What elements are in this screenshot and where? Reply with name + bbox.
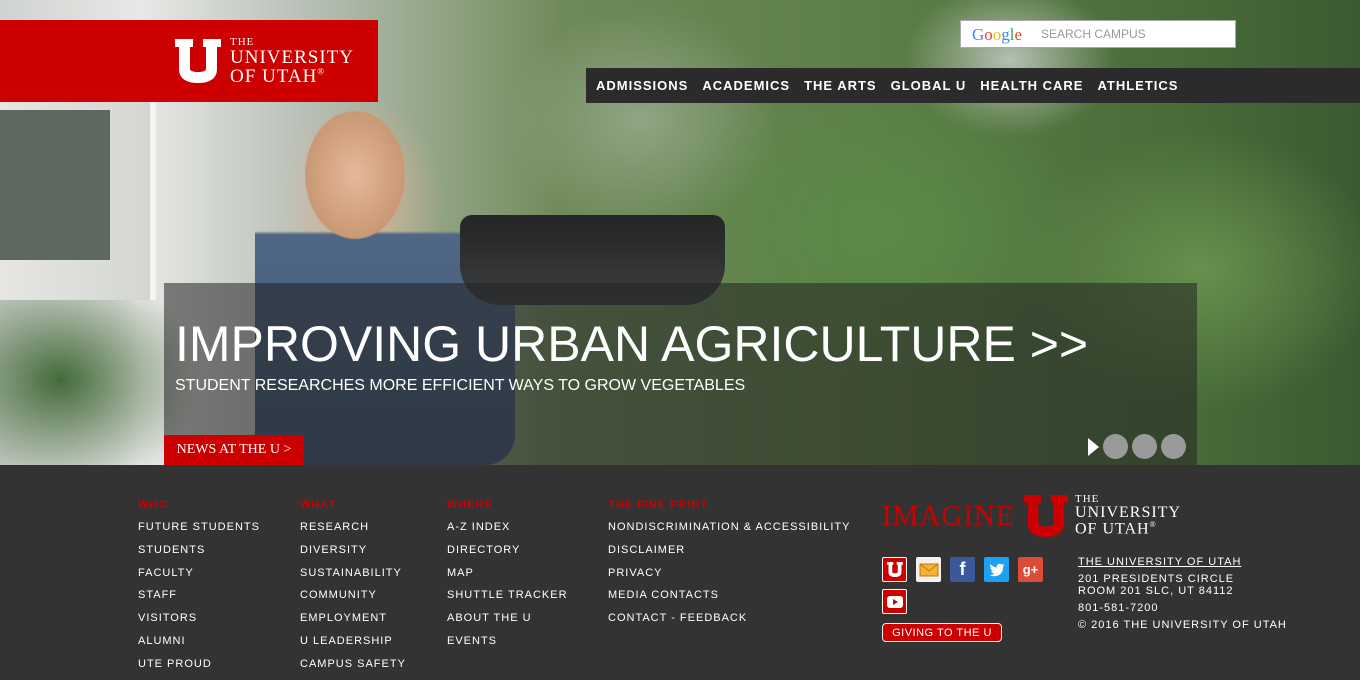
nav-admissions[interactable]: ADMISSIONS	[586, 78, 695, 93]
footer-col-who: WHO FUTURE STUDENTS STUDENTS FACULTY STA…	[138, 498, 260, 680]
slider-dot[interactable]	[1103, 434, 1128, 459]
footer-link[interactable]: CONTACT - FEEDBACK	[608, 611, 850, 634]
imagine-wordmark: IMAGINE	[882, 500, 1015, 532]
facebook-letter: f	[959, 559, 966, 579]
block-u-icon	[175, 39, 221, 83]
footer-heading: THE FINE PRINT	[608, 499, 709, 511]
logo-wordmark: THE UNIVERSITY OF UTAH®	[230, 37, 354, 87]
mail-icon[interactable]	[916, 557, 941, 582]
footer-university-wordmark: THE UNIVERSITY OF UTAH®	[1075, 494, 1181, 537]
block-u-icon	[1024, 495, 1068, 537]
footer-heading: WHO	[138, 499, 168, 511]
hero-caption-overlay	[164, 283, 1197, 465]
google-logo: Google	[972, 25, 1022, 45]
google-plus-icon[interactable]: g+	[1018, 557, 1043, 582]
footer-link[interactable]: A-Z INDEX	[447, 520, 568, 543]
hero-headline[interactable]: IMPROVING URBAN AGRICULTURE >>	[175, 315, 1088, 373]
address-line2: ROOM 201 SLC, UT 84112	[1078, 585, 1234, 597]
footer-link[interactable]: MAP	[447, 566, 568, 589]
copyright: © 2016 THE UNIVERSITY OF UTAH	[1078, 619, 1287, 631]
google-logo-letter: G	[972, 25, 985, 44]
footer-col-fine-print: THE FINE PRINT NONDISCRIMINATION & ACCES…	[608, 498, 850, 634]
slider-dot[interactable]	[1132, 434, 1157, 459]
footer-heading: WHAT	[300, 499, 337, 511]
search-box[interactable]: Google	[960, 20, 1236, 48]
nav-health-care[interactable]: HEALTH CARE	[973, 78, 1090, 93]
play-icon[interactable]	[1088, 437, 1099, 456]
footer-link[interactable]: RESEARCH	[300, 520, 406, 543]
nav-athletics[interactable]: ATHLETICS	[1090, 78, 1185, 93]
logo-university: UNIVERSITY	[230, 47, 354, 68]
hero-window-glass	[0, 110, 110, 260]
giving-to-the-u-button[interactable]: GIVING TO THE U	[882, 623, 1002, 642]
main-nav: ADMISSIONS ACADEMICS THE ARTS GLOBAL U H…	[586, 68, 1360, 103]
google-logo-letter: e	[1014, 25, 1023, 44]
google-logo-letter: g	[1001, 25, 1010, 44]
google-logo-letter: o	[992, 25, 1002, 44]
search-input[interactable]	[1041, 25, 1227, 43]
hero-subhead: STUDENT RESEARCHES MORE EFFICIENT WAYS T…	[175, 377, 746, 394]
footer-uni-university: UNIVERSITY	[1075, 504, 1181, 521]
footer-link[interactable]: SUSTAINABILITY	[300, 566, 406, 589]
footer-link[interactable]: SHUTTLE TRACKER	[447, 588, 568, 611]
nav-the-arts[interactable]: THE ARTS	[797, 78, 884, 93]
footer-uni-registered-mark: ®	[1149, 520, 1157, 529]
footer-link[interactable]: DIVERSITY	[300, 543, 406, 566]
footer-link[interactable]: FUTURE STUDENTS	[138, 520, 260, 543]
google-logo-letter: o	[984, 25, 993, 44]
address-line1: 201 PRESIDENTS CIRCLE	[1078, 573, 1235, 585]
footer-link[interactable]: CAMPUS SAFETY	[300, 657, 406, 680]
uofu-app-icon[interactable]	[882, 557, 907, 582]
footer-link[interactable]: DISCLAIMER	[608, 543, 850, 566]
footer-heading: WHERE	[447, 499, 493, 511]
slider-dot[interactable]	[1161, 434, 1186, 459]
facebook-icon[interactable]: f	[950, 557, 975, 582]
news-at-the-u-button[interactable]: NEWS AT THE U >	[164, 435, 304, 465]
address-university-link[interactable]: THE UNIVERSITY OF UTAH	[1078, 556, 1241, 568]
twitter-icon[interactable]	[984, 557, 1009, 582]
footer-link[interactable]: DIRECTORY	[447, 543, 568, 566]
footer-link[interactable]: ABOUT THE U	[447, 611, 568, 634]
footer-link[interactable]: PRIVACY	[608, 566, 850, 589]
footer-link[interactable]: EMPLOYMENT	[300, 611, 406, 634]
footer-link[interactable]: MEDIA CONTACTS	[608, 588, 850, 611]
footer-link[interactable]: COMMUNITY	[300, 588, 406, 611]
footer-link[interactable]: UTE PROUD	[138, 657, 260, 680]
university-logo[interactable]: THE UNIVERSITY OF UTAH®	[0, 20, 378, 102]
footer-link[interactable]: STUDENTS	[138, 543, 260, 566]
google-plus-letter: g+	[1022, 562, 1039, 577]
slider-controls	[1088, 434, 1190, 459]
footer-link[interactable]: NONDISCRIMINATION & ACCESSIBILITY	[608, 520, 850, 543]
footer-col-where: WHERE A-Z INDEX DIRECTORY MAP SHUTTLE TR…	[447, 498, 568, 657]
footer-uni-of-utah: OF UTAH	[1075, 520, 1150, 538]
footer-link[interactable]: VISITORS	[138, 611, 260, 634]
footer-link[interactable]: FACULTY	[138, 566, 260, 589]
footer-link[interactable]: STAFF	[138, 588, 260, 611]
youtube-icon[interactable]	[882, 589, 907, 614]
logo-of-utah: OF UTAH	[230, 66, 318, 87]
phone-number: 801-581-7200	[1078, 602, 1159, 614]
nav-academics[interactable]: ACADEMICS	[695, 78, 797, 93]
footer-col-what: WHAT RESEARCH DIVERSITY SUSTAINABILITY C…	[300, 498, 406, 680]
footer-link[interactable]: ALUMNI	[138, 634, 260, 657]
footer-link[interactable]: U LEADERSHIP	[300, 634, 406, 657]
footer-link[interactable]: EVENTS	[447, 634, 568, 657]
logo-registered-mark: ®	[317, 66, 326, 77]
nav-global-u[interactable]: GLOBAL U	[884, 78, 974, 93]
